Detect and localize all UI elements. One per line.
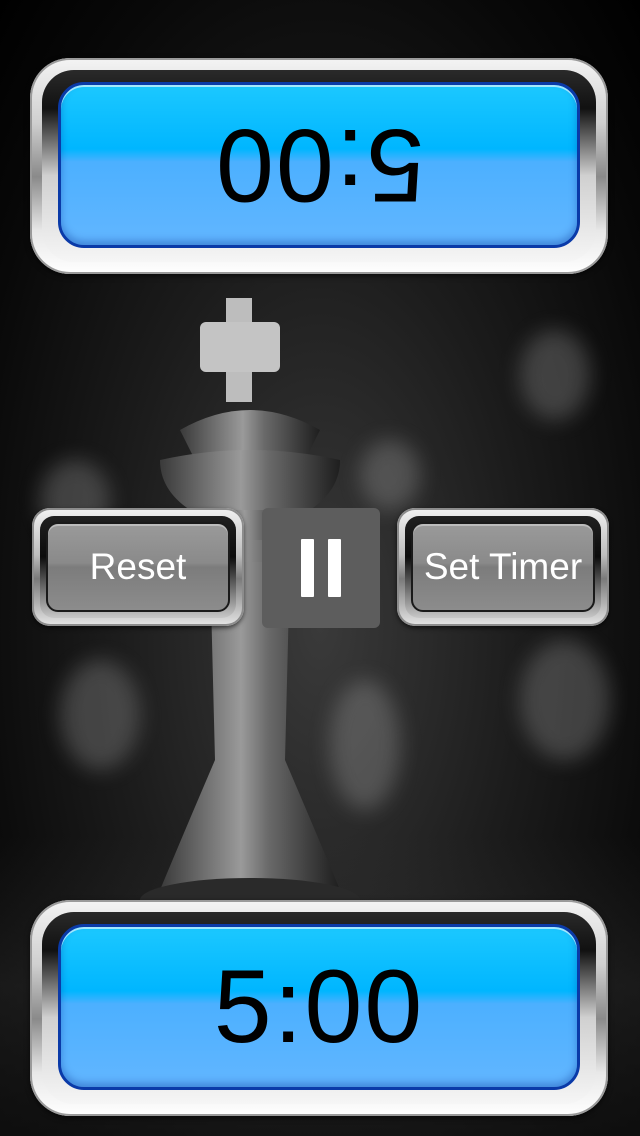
background-bokeh [520, 640, 610, 760]
pause-button[interactable] [262, 508, 380, 628]
reset-button-frame: Reset [32, 508, 244, 626]
pause-icon [301, 539, 314, 597]
bottom-timer-display: 5:00 [213, 949, 425, 1065]
background-bokeh [60, 660, 140, 770]
reset-button[interactable]: Reset [46, 522, 230, 612]
chess-clock-screen: 5:00 Reset Set Timer 5:00 [0, 0, 640, 1136]
background-bokeh [520, 330, 590, 420]
pause-icon [328, 539, 341, 597]
background-bokeh [360, 440, 420, 510]
bottom-timer-frame: 5:00 [30, 900, 608, 1116]
top-timer-frame: 5:00 [30, 58, 608, 274]
set-timer-button[interactable]: Set Timer [411, 522, 595, 612]
bottom-timer-button[interactable]: 5:00 [58, 924, 580, 1090]
top-timer-button[interactable]: 5:00 [58, 82, 580, 248]
set-timer-button-frame: Set Timer [397, 508, 609, 626]
top-timer-display: 5:00 [213, 107, 425, 223]
